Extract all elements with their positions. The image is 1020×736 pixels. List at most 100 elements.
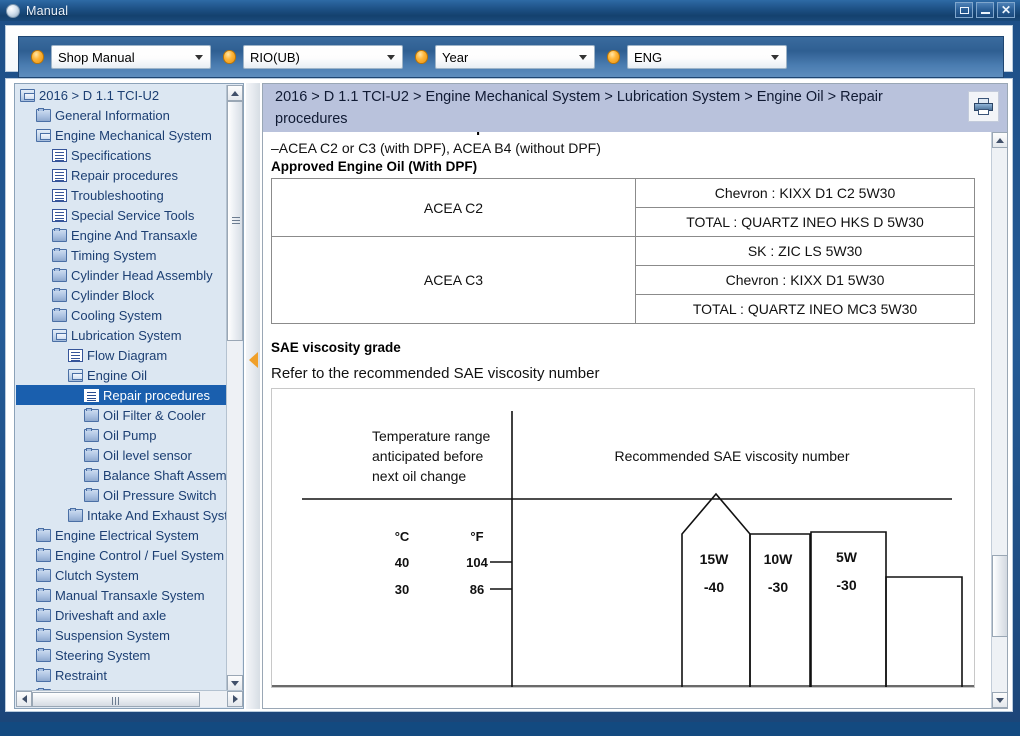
tree-scroll-down-button[interactable] [227,675,243,691]
tree-item-balance-shaft-assembly[interactable]: Balance Shaft Assembly [16,465,227,485]
tree-item-oil-pressure-switch[interactable]: Oil Pressure Switch [16,485,227,505]
tree-item-label: Special Service Tools [71,207,195,223]
viscosity-bar-label: 10W [764,551,794,567]
model-year-dropdown[interactable]: Year [435,45,595,69]
tree-item-special-service-tools[interactable]: Special Service Tools [16,205,227,225]
vehicle-model-group: RIO(UB) [223,45,403,69]
doc-scroll-up-button[interactable] [992,132,1008,148]
tree-item-general-information[interactable]: General Information [16,105,227,125]
folder-icon [84,487,99,502]
tree-item-oil-level-sensor[interactable]: Oil level sensor [16,445,227,465]
tree-item-flow-diagram[interactable]: Flow Diagram [16,345,227,365]
document-vertical-scrollbar[interactable] [991,132,1008,708]
tree-item-label: Repair procedures [71,167,178,183]
viscosity-bar-label: 15W [700,551,730,567]
tree-item-cylinder-head-assembly[interactable]: Cylinder Head Assembly [16,265,227,285]
tree-item-engine-control-fuel-system[interactable]: Engine Control / Fuel System [16,545,227,565]
tree-item-label: Engine Electrical System [55,527,199,543]
tree-item-restraint[interactable]: Restraint [16,665,227,685]
manual-app-icon [6,3,20,18]
vehicle-model-dropdown[interactable]: RIO(UB) [243,45,403,69]
bullet-icon [607,50,620,64]
tree-hscrollbar-thumb[interactable] [32,691,200,707]
tree-scroll-left-button[interactable] [16,691,32,707]
tree-item-engine-oil[interactable]: Engine Oil [16,365,227,385]
folder-open-icon [52,328,67,342]
pane-splitter[interactable] [246,83,260,709]
document-scrollbar-thumb[interactable] [992,555,1008,637]
document-icon [52,168,67,182]
navigation-tree-pane: 2016 > D 1.1 TCI-U2 General Information En… [14,83,244,709]
tree-item-engine-mechanical-system[interactable]: Engine Mechanical System [16,125,227,145]
tree-item-label: Oil Pump [103,427,157,443]
tree-item-engine-electrical-system[interactable]: Engine Electrical System [16,525,227,545]
tree-scroll-up-button[interactable] [227,85,243,101]
section-heading: Recommendation – For Europe [271,132,991,138]
oil-product-cell: TOTAL : QUARTZ INEO MC3 5W30 [635,294,975,324]
document-icon [52,188,67,202]
folder-icon [36,567,51,582]
tree-item-cooling-system[interactable]: Cooling System [16,305,227,325]
title-bar: Manual ✕ [0,0,1020,21]
folder-icon [84,427,99,442]
tree-item-specifications[interactable]: Specifications [16,145,227,165]
tree-item-label: Balance Shaft Assembly [103,467,227,483]
folder-icon [52,227,67,242]
manual-type-group: Shop Manual [31,45,211,69]
tree-scrollbar-thumb[interactable] [227,101,243,341]
language-dropdown[interactable]: ENG [627,45,787,69]
tree-item-2016-d-1-1-tci-u2[interactable]: 2016 > D 1.1 TCI-U2 [16,85,227,105]
tree-item-repair-procedures[interactable]: Repair procedures [16,385,227,405]
tree-item-lubrication-system[interactable]: Lubrication System [16,325,227,345]
folder-icon [84,447,99,462]
manual-type-dropdown[interactable]: Shop Manual [51,45,211,69]
restore-button[interactable] [955,2,973,18]
minimize-button[interactable] [976,2,994,18]
splitter-collapse-handle[interactable] [247,348,259,372]
tree-item-cylinder-block[interactable]: Cylinder Block [16,285,227,305]
tree-item-label: Engine Mechanical System [55,127,212,143]
tree-item-label: Flow Diagram [87,347,168,363]
tree-item-label: Oil Pressure Switch [103,487,217,503]
tree-item-oil-pump[interactable]: Oil Pump [16,425,227,445]
tree-item-label: Intake And Exhaust System [87,507,227,523]
tree-item-label: Clutch System [55,567,139,583]
minimize-icon [980,11,990,14]
print-button[interactable] [968,91,999,122]
oil-category-cell: ACEA C2 [271,178,636,237]
fahrenheit-unit-label: °F [470,529,483,544]
tree-item-manual-transaxle-system[interactable]: Manual Transaxle System [16,585,227,605]
tree-horizontal-scrollbar[interactable] [16,690,243,707]
folder-open-icon [20,88,35,102]
tree-item-clutch-system[interactable]: Clutch System [16,565,227,585]
tree-item-troubleshooting[interactable]: Troubleshooting [16,185,227,205]
application-window: Manual ✕ Shop Manual RIO(UB) Year ENG 20… [0,0,1020,736]
folder-icon [36,627,51,642]
language-group: ENG [607,45,787,69]
tree-item-suspension-system[interactable]: Suspension System [16,625,227,645]
folder-icon [36,527,51,542]
document-icon [52,148,67,162]
folder-icon [36,607,51,622]
tree-item-steering-system[interactable]: Steering System [16,645,227,665]
document-body: Recommendation – For Europe –ACEA C2 or … [263,132,991,708]
breadcrumb-bar: 2016 > D 1.1 TCI-U2 > Engine Mechanical … [263,84,1007,132]
tree-scroll-right-button[interactable] [227,691,243,707]
doc-scroll-down-button[interactable] [992,692,1008,708]
tree-item-label: Specifications [71,147,152,163]
tree-item-engine-and-transaxle[interactable]: Engine And Transaxle [16,225,227,245]
tree-vertical-scrollbar[interactable] [226,85,243,691]
chevron-right-icon [232,695,238,703]
tree-item-oil-filter-cooler[interactable]: Oil Filter & Cooler [16,405,227,425]
oil-product-cell: TOTAL : QUARTZ INEO HKS D 5W30 [635,207,975,237]
tree-item-label: Repair procedures [103,387,210,403]
folder-icon [84,407,99,422]
tree-item-intake-and-exhaust-system[interactable]: Intake And Exhaust System [16,505,227,525]
bullet-icon [223,50,236,64]
tree-item-timing-system[interactable]: Timing System [16,245,227,265]
tree-item-driveshaft-and-axle[interactable]: Driveshaft and axle [16,605,227,625]
tree-item-label: Lubrication System [71,327,182,343]
breadcrumb: 2016 > D 1.1 TCI-U2 > Engine Mechanical … [275,89,883,127]
tree-item-repair-procedures[interactable]: Repair procedures [16,165,227,185]
close-button[interactable]: ✕ [997,2,1015,18]
